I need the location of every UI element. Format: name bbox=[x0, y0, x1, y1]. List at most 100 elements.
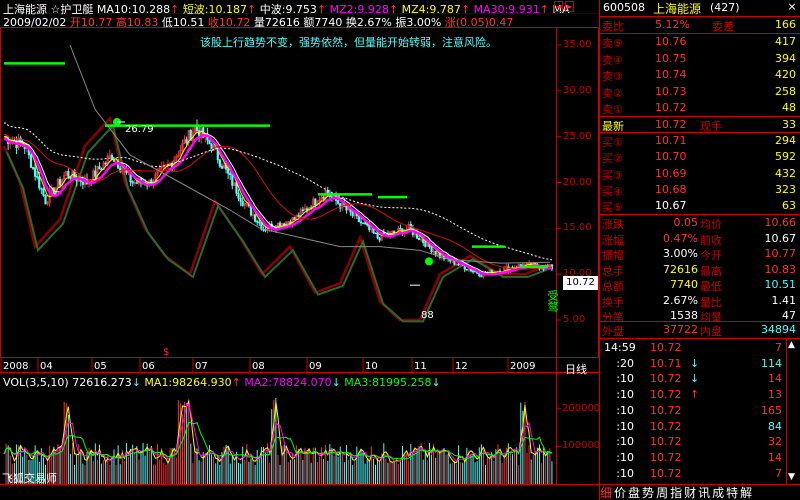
price-axis-label: 35.00 bbox=[563, 39, 592, 50]
stat-value: 72616 bbox=[663, 262, 698, 276]
ask-row: 卖④ 10.75 394 bbox=[600, 51, 800, 67]
ask-volume: 420 bbox=[775, 68, 796, 81]
volume-ma1-line bbox=[3, 399, 553, 465]
bar-amplitude: 振3.00% bbox=[395, 16, 442, 29]
scroll-left-button[interactable]: ◄ bbox=[554, 1, 563, 12]
time-axis-label: 07 bbox=[195, 361, 208, 372]
bid-row: 买③ 10.69 432 bbox=[600, 166, 800, 182]
stat-value: 0.47% bbox=[663, 231, 698, 245]
menu-item-4[interactable]: 周 bbox=[656, 486, 668, 500]
ask-volume: 48 bbox=[782, 101, 796, 114]
tick-row: :10 10.72 32 bbox=[600, 434, 800, 450]
stat-value: 10.66 bbox=[764, 216, 797, 229]
vol-ma1: MA1:98264.930 bbox=[144, 376, 232, 389]
bar-turnover: 换2.67% bbox=[345, 16, 392, 29]
menu-item-1[interactable]: 价 bbox=[614, 486, 626, 500]
menu-item-6[interactable]: 财 bbox=[684, 486, 696, 500]
bid-label: 买① bbox=[602, 136, 623, 149]
tick-price: 10.72 bbox=[650, 466, 682, 480]
time-axis-label: 04 bbox=[40, 361, 53, 372]
tick-time: :20 bbox=[616, 356, 634, 370]
stat-value: 3.00% bbox=[663, 247, 698, 260]
tick-time: :10 bbox=[616, 466, 634, 480]
menu-item-7[interactable]: 讯 bbox=[698, 486, 710, 500]
bid-price: 10.69 bbox=[655, 166, 687, 180]
candle-body bbox=[434, 250, 437, 255]
stat-value: 0.05 bbox=[673, 216, 699, 229]
ask-volume: 394 bbox=[775, 51, 796, 65]
tick-scroll-down[interactable]: ▼ bbox=[788, 472, 795, 482]
tick-row: :10 10.72 7 bbox=[600, 466, 800, 482]
ask-label: 卖③ bbox=[602, 70, 623, 83]
tick-time: :10 bbox=[616, 372, 634, 386]
menu-item-2[interactable]: 盘 bbox=[628, 486, 640, 500]
menu-item-5[interactable]: 指 bbox=[670, 486, 682, 500]
oscillator-band-red bbox=[2, 115, 549, 322]
bid-row: 买② 10.70 592 bbox=[600, 149, 800, 165]
tick-scroll-up[interactable]: ▲ bbox=[788, 340, 795, 350]
bid-volume: 323 bbox=[775, 182, 796, 196]
menu-item-8[interactable]: 成 bbox=[712, 486, 724, 500]
candle-body bbox=[361, 222, 365, 225]
menu-item-3[interactable]: 势 bbox=[642, 486, 654, 500]
bar-low: 低10.51 bbox=[161, 16, 205, 29]
price-axis-label: 25.00 bbox=[563, 130, 592, 142]
bid-label: 买③ bbox=[602, 168, 623, 182]
dividend-marker: $ bbox=[163, 347, 170, 358]
menu-item-0[interactable]: 细 bbox=[600, 486, 612, 500]
waipan-label: 外盘 bbox=[602, 325, 624, 338]
tick-price: 10.72 bbox=[650, 450, 682, 464]
bottom-menu: 细价盘势周指财讯成特解 bbox=[600, 484, 754, 500]
candle-body bbox=[337, 200, 340, 204]
quote-close-button[interactable]: × bbox=[786, 1, 798, 13]
ask-volume: 417 bbox=[775, 35, 796, 48]
vol-ma2: MA2:78824.070 bbox=[244, 376, 332, 389]
ask-label: 卖① bbox=[602, 103, 623, 116]
time-axis-label: 10 bbox=[365, 361, 378, 372]
tick-time: :10 bbox=[616, 435, 634, 449]
quote-name: 上海能源 bbox=[653, 2, 702, 16]
candle-body bbox=[94, 170, 97, 177]
tick-volume: 14 bbox=[768, 372, 782, 386]
tick-row: :10 10.72 14 bbox=[600, 450, 800, 466]
bid-label: 买② bbox=[602, 152, 623, 166]
bid-price: 10.67 bbox=[655, 199, 687, 213]
ask-price: 10.73 bbox=[655, 84, 687, 98]
bar-amount: 额7740 bbox=[303, 16, 343, 29]
menu-item-9[interactable]: 特 bbox=[726, 486, 738, 500]
vol-arrow: ↓ bbox=[131, 376, 141, 389]
ask-price: 10.76 bbox=[655, 35, 687, 48]
candle-body bbox=[322, 197, 325, 199]
price-axis-label: 5.00 bbox=[563, 314, 586, 325]
tick-price: 10.72 bbox=[650, 388, 682, 402]
stat-row: 涨幅 0.47% 前收 10.67 bbox=[600, 231, 800, 247]
ask-label: 卖④ bbox=[602, 53, 623, 67]
stat-row: 振幅 3.00% 今开 10.77 bbox=[600, 246, 800, 262]
vol-ma3: MA3:81995.258 bbox=[344, 376, 432, 389]
time-axis-label: 09 bbox=[309, 361, 322, 372]
candle-body bbox=[241, 201, 244, 206]
bid-volume: 294 bbox=[775, 134, 796, 147]
price-axis-label: 30.00 bbox=[563, 84, 592, 96]
candle-body bbox=[220, 166, 224, 169]
candle-body bbox=[231, 174, 234, 186]
weibi-value: 5.12% bbox=[655, 18, 690, 31]
tick-price: 10.72 bbox=[650, 341, 682, 354]
time-axis-label: 11 bbox=[414, 361, 427, 372]
menu-item-10[interactable]: 解 bbox=[740, 486, 752, 500]
candle-body bbox=[208, 139, 211, 145]
candle-body bbox=[399, 228, 402, 230]
scroll-right-button[interactable]: ► bbox=[565, 1, 574, 12]
period-mode-label[interactable]: 日线 bbox=[565, 361, 587, 377]
stat-value: 1.41 bbox=[771, 293, 797, 307]
tick-arrow: ↓ bbox=[690, 372, 700, 386]
weibi-label: 委比 bbox=[602, 20, 624, 33]
stat-value: 1538 bbox=[670, 309, 698, 322]
ask-row: 卖② 10.73 258 bbox=[600, 84, 800, 100]
stat-value: 10.67 bbox=[764, 231, 797, 245]
candle-body bbox=[185, 139, 188, 144]
candle-body bbox=[345, 206, 348, 211]
bid-price: 10.68 bbox=[655, 182, 687, 196]
candle-body bbox=[135, 182, 138, 184]
weibi-row: 委比 5.12% 委差 166 bbox=[600, 17, 800, 33]
